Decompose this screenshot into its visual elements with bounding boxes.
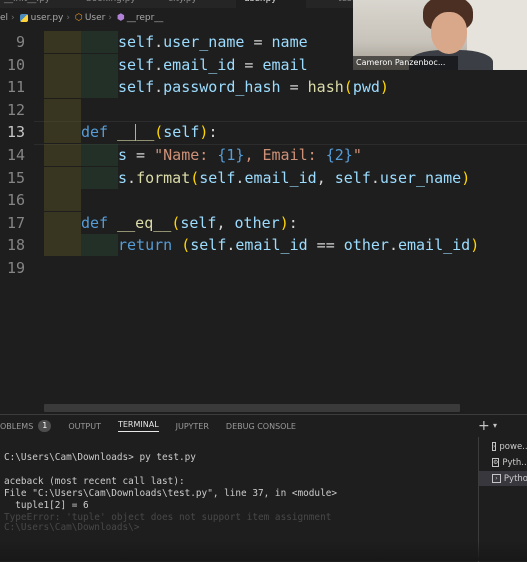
line-number: 12: [6, 100, 25, 119]
indent-guide: [44, 31, 81, 53]
tab-init[interactable]: __init__.py: [0, 0, 58, 8]
breadcrumb-file[interactable]: user.py: [31, 13, 64, 23]
terminal-line: aceback (most recent call last):: [4, 476, 185, 487]
code-line[interactable]: 19: [0, 257, 527, 279]
tab-problems[interactable]: OBLEMS 1: [0, 420, 52, 432]
terminal-list-label: powe...: [499, 441, 527, 452]
problems-count-badge: 1: [38, 420, 52, 432]
webcam-person-face: [431, 12, 467, 54]
terminal-list-item[interactable]: › powe...: [479, 439, 527, 454]
code-line[interactable]: 14 s = "Name: {1}, Email: {2}": [0, 144, 527, 166]
tab-jupyter[interactable]: JUPYTER: [176, 422, 209, 431]
indent-guide: [44, 144, 81, 166]
code-line[interactable]: 12: [0, 98, 527, 121]
terminal-line: C:\Users\Cam\Downloads> py test.py: [4, 452, 196, 463]
python-terminal-icon: ⚙: [492, 458, 500, 467]
line-number: 16: [6, 191, 25, 210]
code-text: self.email_id = email: [118, 55, 308, 74]
indent-guide: [81, 53, 118, 76]
webcam-overlay: Cameron Panzenboc...: [353, 0, 527, 70]
indent-guide: [81, 144, 118, 166]
indent-guide: [44, 53, 81, 76]
tab-booking[interactable]: booking.py: [78, 0, 144, 8]
code-line[interactable]: 17 def __eq__(self, other):: [0, 211, 527, 234]
indent-guide: [44, 166, 81, 189]
line-number: 19: [6, 259, 25, 277]
terminal-line: C:\Users\Cam\Downloads\>: [4, 522, 140, 533]
indent-guide: [44, 121, 81, 144]
code-text: def ____(self):: [81, 123, 218, 142]
method-icon: ⬢: [116, 13, 125, 23]
line-number: 17: [6, 213, 25, 232]
webcam-name-label: Cameron Panzenboc...: [353, 56, 458, 70]
code-line[interactable]: 16: [0, 189, 527, 212]
panel-tabs: OBLEMS 1 OUTPUT TERMINAL JUPYTER DEBUG C…: [0, 415, 313, 437]
line-number: 13: [6, 123, 25, 142]
terminal-line: tuple1[2] = 6: [4, 500, 89, 511]
indent-guide: [81, 234, 118, 257]
breadcrumb-separator: ›: [66, 13, 70, 23]
line-number: 18: [6, 236, 25, 255]
terminal-list-label: Pyth...: [502, 457, 527, 468]
terminal-line: File "C:\Users\Cam\Downloads\test.py", l…: [4, 488, 338, 499]
breadcrumb-separator: ›: [11, 13, 15, 23]
terminal-list-item[interactable]: ⚙ Pyth...: [479, 455, 527, 470]
code-text: def __eq__(self, other):: [81, 213, 298, 232]
code-line[interactable]: 18 return (self.email_id == other.email_i…: [0, 234, 527, 257]
indent-guide: [44, 234, 81, 257]
indent-guide: [44, 98, 81, 121]
tab-output[interactable]: OUTPUT: [68, 422, 101, 431]
line-number: 11: [6, 78, 25, 97]
terminal-icon: ›: [492, 474, 501, 483]
breadcrumb-folder[interactable]: el: [0, 13, 8, 23]
python-file-icon: [19, 14, 28, 22]
indent-guide: [44, 189, 81, 212]
tab-city[interactable]: city.py: [160, 0, 205, 8]
terminal-list-label: Pytho: [503, 473, 527, 484]
code-text: s.format(self.email_id, self.user_name): [118, 168, 471, 187]
tab-problems-label: OBLEMS: [0, 421, 34, 431]
indent-guide: [81, 76, 118, 99]
chevron-down-icon[interactable]: ▾: [493, 421, 497, 430]
code-text: self.user_name = name: [118, 33, 308, 51]
code-line[interactable]: 15 s.format(self.email_id, self.user_name…: [0, 166, 527, 189]
terminal-list-item[interactable]: › Pytho: [479, 471, 527, 486]
line-number: 10: [6, 55, 25, 74]
line-number: 9: [15, 33, 25, 51]
line-number: 14: [6, 146, 25, 164]
code-text: return (self.email_id == other.email_id): [118, 236, 480, 255]
indent-guide: [44, 76, 81, 99]
tab-user[interactable]: user.py: [236, 0, 306, 8]
code-editor[interactable]: 9 self.user_name = name 10 self.email_id = …: [0, 28, 527, 403]
code-line[interactable]: 11 self.password_hash = hash(pwd): [0, 76, 527, 99]
horizontal-scrollbar[interactable]: [44, 404, 460, 412]
breadcrumb-class[interactable]: User: [85, 13, 106, 23]
indent-guide: [44, 211, 81, 234]
line-number: 15: [6, 168, 25, 187]
terminal-icon: ›: [492, 442, 497, 451]
tab-terminal[interactable]: TERMINAL: [117, 420, 159, 432]
breadcrumb-method[interactable]: __repr__: [127, 13, 163, 23]
indent-guide: [81, 166, 118, 189]
indent-guide: [81, 31, 118, 53]
bottom-fade: [0, 540, 527, 561]
class-icon: ⬡: [74, 13, 83, 23]
code-text: s = "Name: {1}, Email: {2}": [118, 146, 362, 164]
code-text: self.password_hash = hash(pwd): [118, 78, 389, 97]
breadcrumb-separator: ›: [108, 13, 112, 23]
tab-debug-console[interactable]: DEBUG CONSOLE: [226, 422, 296, 431]
new-terminal-button[interactable]: +: [478, 418, 490, 434]
code-line[interactable]: 13 def ____(self):: [0, 121, 527, 146]
